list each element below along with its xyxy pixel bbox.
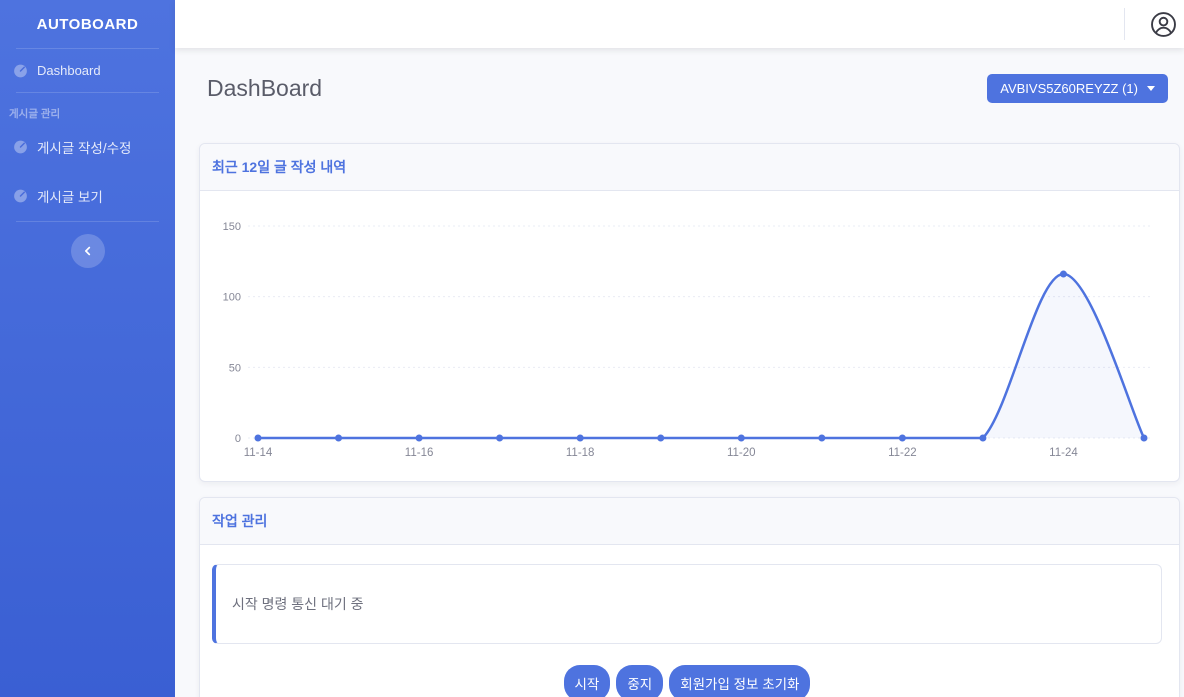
main-area: DashBoard AVBIVS5Z60REYZZ (1) 최근 12일 글 작… — [175, 0, 1184, 697]
sidebar-item-dashboard[interactable]: Dashboard — [0, 49, 175, 92]
reset-signup-info-button[interactable]: 회원가입 정보 초기화 — [669, 665, 810, 697]
brand-logo[interactable]: AUTOBOARD — [0, 0, 175, 48]
account-dropdown-label: AVBIVS5Z60REYZZ (1) — [1000, 81, 1138, 96]
sidebar-section-heading: 게시글 관리 — [0, 93, 175, 123]
chart-card-body: 0 50 100 150 11-14 11-16 11-18 11-20 11-22 11-24 — [200, 191, 1179, 481]
user-circle-icon — [1150, 11, 1177, 38]
user-menu-button[interactable] — [1150, 11, 1177, 38]
sidebar: AUTOBOARD Dashboard 게시글 관리 게시글 작성/수정 — [0, 0, 175, 697]
svg-text:11-22: 11-22 — [888, 447, 917, 459]
status-message-box: 시작 명령 통신 대기 중 — [212, 564, 1162, 644]
sidebar-divider — [16, 221, 159, 222]
svg-text:50: 50 — [229, 362, 241, 374]
task-management-card: 작업 관리 시작 명령 통신 대기 중 시작 중지 회원가입 정보 초기화 — [199, 497, 1180, 697]
svg-text:11-24: 11-24 — [1049, 447, 1078, 459]
svg-text:11-18: 11-18 — [566, 447, 595, 459]
topbar-divider — [1124, 8, 1125, 40]
stop-button[interactable]: 중지 — [616, 665, 663, 697]
posts-line-chart: 0 50 100 150 11-14 11-16 11-18 11-20 11-22 11-24 — [200, 191, 1181, 481]
tachometer-icon — [13, 64, 28, 78]
app-window: AUTOBOARD Dashboard 게시글 관리 게시글 작성/수정 — [0, 0, 1184, 697]
svg-text:11-16: 11-16 — [405, 447, 434, 459]
page-content: DashBoard AVBIVS5Z60REYZZ (1) 최근 12일 글 작… — [175, 48, 1184, 697]
svg-text:100: 100 — [223, 292, 241, 304]
status-message: 시작 명령 통신 대기 중 — [232, 596, 363, 612]
tachometer-icon — [13, 189, 28, 203]
sidebar-item-label: 게시글 보기 — [37, 186, 103, 206]
tachometer-icon — [13, 140, 28, 154]
chevron-left-icon — [82, 245, 94, 257]
topbar — [175, 0, 1184, 48]
task-button-row: 시작 중지 회원가입 정보 초기화 — [212, 665, 1162, 697]
chart-card-header: 최근 12일 글 작성 내역 — [200, 144, 1179, 191]
svg-text:11-20: 11-20 — [727, 447, 756, 459]
sidebar-collapse-button[interactable] — [71, 234, 105, 268]
sidebar-item-label: 게시글 작성/수정 — [37, 137, 131, 157]
recent-posts-chart-card: 최근 12일 글 작성 내역 0 50 100 150 11-14 11-16 11-18 1… — [199, 143, 1180, 482]
start-button[interactable]: 시작 — [564, 665, 611, 697]
chevron-down-icon — [1147, 86, 1155, 91]
task-card-header: 작업 관리 — [200, 498, 1179, 545]
page-title: DashBoard — [207, 75, 322, 102]
account-dropdown-button[interactable]: AVBIVS5Z60REYZZ (1) — [987, 74, 1168, 103]
svg-text:0: 0 — [235, 433, 241, 445]
sidebar-item-post-view[interactable]: 게시글 보기 — [0, 172, 175, 221]
svg-text:150: 150 — [223, 221, 241, 233]
sidebar-item-label: Dashboard — [37, 63, 101, 78]
svg-text:11-14: 11-14 — [244, 447, 273, 459]
page-header: DashBoard AVBIVS5Z60REYZZ (1) — [207, 74, 1168, 103]
sidebar-item-post-edit[interactable]: 게시글 작성/수정 — [0, 123, 175, 172]
task-card-body: 시작 명령 통신 대기 중 시작 중지 회원가입 정보 초기화 — [200, 545, 1179, 697]
